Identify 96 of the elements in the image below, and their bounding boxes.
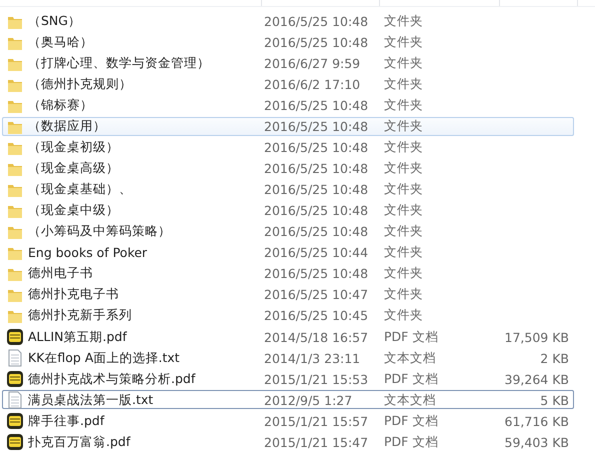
file-size: 61,716 KB: [504, 414, 569, 428]
modified-date: 2015/1/21 15:57: [264, 414, 370, 428]
file-name: （打牌心理、数学与资金管理）: [27, 55, 211, 72]
file-row[interactable]: KK在flop A面上的选择.txt 2014/1/3 23:11 文本文档 2 KB: [2, 348, 574, 367]
file-type: PDF 文档: [384, 434, 440, 450]
pdf-file-icon: [6, 370, 24, 388]
file-row[interactable]: （现金桌高级） 2016/5/25 10:48 文件夹: [2, 159, 574, 178]
file-row[interactable]: （现金桌基础）、 2016/5/25 10:48 文件夹: [2, 180, 574, 199]
file-type: 文件夹: [384, 13, 424, 30]
file-name: 德州电子书: [27, 265, 94, 282]
file-type: 文本文档: [384, 350, 437, 366]
file-name: （现金桌高级）: [27, 160, 120, 177]
file-type: PDF 文档: [384, 412, 440, 430]
file-type: PDF 文档: [384, 370, 440, 388]
file-name: （现金桌初级）: [27, 139, 120, 156]
file-name: 牌手往事.pdf: [27, 412, 106, 430]
file-type: 文件夹: [384, 139, 424, 156]
file-row[interactable]: （SNG） 2016/5/25 10:48 文件夹: [2, 12, 574, 31]
file-name: （现金桌中级）: [27, 202, 120, 219]
modified-date: 2012/9/5 1:27: [264, 392, 354, 408]
modified-date: 2016/6/27 9:59: [264, 56, 362, 71]
file-name: （数据应用）: [27, 118, 107, 135]
file-name: 德州扑克电子书: [27, 286, 120, 303]
file-type: 文件夹: [384, 181, 424, 198]
file-row[interactable]: ALLIN第五期.pdf 2014/5/18 16:57 PDF 文档 17,509 KB: [2, 327, 574, 346]
file-row[interactable]: （打牌心理、数学与资金管理） 2016/6/27 9:59 文件夹: [2, 54, 574, 73]
file-row[interactable]: （奥马哈） 2016/5/25 10:48 文件夹: [2, 33, 574, 52]
file-name: （SNG）: [27, 13, 82, 30]
file-name: 满员桌战法第一版.txt: [27, 392, 154, 408]
modified-date: 2016/5/25 10:48: [264, 119, 370, 134]
file-type: 文件夹: [384, 244, 424, 261]
modified-date: 2016/5/25 10:48: [264, 161, 370, 176]
file-name: 德州扑克新手系列: [27, 307, 133, 324]
text-file-icon: [7, 391, 23, 409]
file-row[interactable]: 德州扑克新手系列 2016/5/25 10:45 文件夹: [2, 306, 574, 325]
file-name: （小筹码及中筹码策略）: [27, 223, 172, 240]
file-name: 德州扑克战术与策略分析.pdf: [27, 370, 196, 388]
text-file-icon: [7, 349, 23, 367]
modified-date: 2016/5/25 10:48: [264, 14, 370, 29]
file-type: 文件夹: [384, 118, 424, 135]
file-row[interactable]: （德州扑克规则） 2016/6/2 17:10 文件夹: [2, 75, 574, 94]
modified-date: 2014/5/18 16:57: [264, 330, 370, 344]
file-type: 文本文档: [384, 392, 437, 408]
file-type: 文件夹: [384, 265, 424, 282]
file-type: PDF 文档: [384, 328, 440, 346]
file-name: （现金桌基础）、: [27, 181, 133, 198]
file-size: 59,403 KB: [504, 434, 569, 450]
file-type: 文件夹: [384, 97, 424, 114]
file-row[interactable]: 德州扑克战术与策略分析.pdf 2015/1/21 15:53 PDF 文档 39,264 KB: [2, 369, 574, 388]
file-name: Eng books of Poker: [27, 245, 148, 260]
modified-date: 2015/1/21 15:47: [264, 434, 370, 450]
file-row[interactable]: 扑克百万富翁.pdf 2015/1/21 15:47 PDF 文档 59,403 KB: [2, 432, 574, 451]
file-type: 文件夹: [384, 202, 424, 219]
file-type: 文件夹: [384, 307, 424, 324]
file-name: （奥马哈）: [27, 34, 94, 51]
file-row[interactable]: 德州扑克电子书 2016/5/25 10:47 文件夹: [2, 285, 574, 304]
modified-date: 2016/5/25 10:45: [264, 308, 370, 323]
pdf-file-icon: [6, 433, 24, 451]
file-name: （锦标赛）: [27, 97, 94, 114]
file-type: 文件夹: [384, 34, 424, 51]
file-name: KK在flop A面上的选择.txt: [27, 350, 181, 366]
modified-date: 2016/5/25 10:48: [264, 266, 370, 281]
pdf-file-icon: [6, 412, 24, 430]
modified-date: 2015/1/21 15:53: [264, 372, 370, 386]
modified-date: 2016/5/25 10:48: [264, 140, 370, 155]
file-type: 文件夹: [384, 160, 424, 177]
file-row[interactable]: 德州电子书 2016/5/25 10:48 文件夹: [2, 264, 574, 283]
modified-date: 2016/5/25 10:47: [264, 287, 370, 302]
file-type: 文件夹: [384, 55, 424, 72]
file-row[interactable]: （现金桌初级） 2016/5/25 10:48 文件夹: [2, 138, 574, 157]
modified-date: 2016/5/25 10:44: [264, 245, 370, 260]
file-size: 17,509 KB: [504, 330, 569, 344]
modified-date: 2016/5/25 10:48: [264, 35, 370, 50]
file-row[interactable]: （数据应用） 2016/5/25 10:48 文件夹: [2, 117, 574, 136]
file-type: 文件夹: [384, 76, 424, 93]
file-name: （德州扑克规则）: [27, 76, 133, 93]
modified-date: 2016/6/2 17:10: [264, 77, 362, 92]
pdf-file-icon: [6, 328, 24, 346]
file-size: 39,264 KB: [504, 372, 569, 386]
file-type: 文件夹: [384, 223, 424, 240]
modified-date: 2016/5/25 10:48: [264, 182, 370, 197]
file-row[interactable]: （现金桌中级） 2016/5/25 10:48 文件夹: [2, 201, 574, 220]
file-row[interactable]: 满员桌战法第一版.txt 2012/9/5 1:27 文本文档 5 KB: [2, 390, 574, 409]
modified-date: 2014/1/3 23:11: [264, 350, 362, 366]
file-size: 2 KB: [540, 350, 569, 366]
file-row[interactable]: Eng books of Poker 2016/5/25 10:44 文件夹: [2, 243, 574, 262]
file-type: 文件夹: [384, 286, 424, 303]
file-name: ALLIN第五期.pdf: [27, 328, 128, 346]
file-row[interactable]: 牌手往事.pdf 2015/1/21 15:57 PDF 文档 61,716 KB: [2, 411, 574, 430]
file-size: 5 KB: [540, 392, 569, 408]
file-row[interactable]: （锦标赛） 2016/5/25 10:48 文件夹: [2, 96, 574, 115]
modified-date: 2016/5/25 10:48: [264, 224, 370, 239]
modified-date: 2016/5/25 10:48: [264, 98, 370, 113]
file-row[interactable]: （小筹码及中筹码策略） 2016/5/25 10:48 文件夹: [2, 222, 574, 241]
modified-date: 2016/5/25 10:48: [264, 203, 370, 218]
file-name: 扑克百万富翁.pdf: [27, 434, 132, 450]
